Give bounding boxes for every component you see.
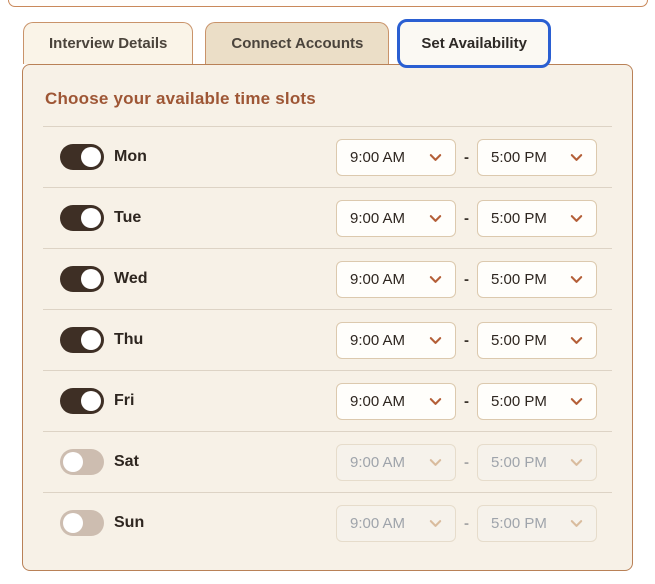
- start-time-select[interactable]: 9:00 AM: [336, 199, 456, 237]
- time-separator: -: [464, 514, 469, 532]
- end-time-select[interactable]: 5:00 PM: [477, 382, 597, 420]
- start-time-select[interactable]: 9:00 AM: [336, 260, 456, 298]
- chevron-down-icon: [428, 272, 443, 287]
- day-row-mon: Mon 9:00 AM - 5:00 PM: [43, 126, 612, 187]
- time-range: 9:00 AM - 5:00 PM: [336, 504, 597, 542]
- time-range: 9:00 AM - 5:00 PM: [336, 199, 597, 237]
- toggle-knob: [63, 513, 83, 533]
- day-row-sat: Sat 9:00 AM - 5:00 PM: [43, 431, 612, 492]
- start-time-value: 9:00 AM: [350, 270, 406, 288]
- time-separator: -: [464, 209, 469, 227]
- chevron-down-icon: [569, 272, 584, 287]
- day-row-tue: Tue 9:00 AM - 5:00 PM: [43, 187, 612, 248]
- time-separator: -: [464, 331, 469, 349]
- end-time-value: 5:00 PM: [491, 148, 547, 166]
- end-time-value: 5:00 PM: [491, 209, 547, 227]
- day-row-thu: Thu 9:00 AM - 5:00 PM: [43, 309, 612, 370]
- chevron-down-icon: [569, 455, 584, 470]
- start-time-value: 9:00 AM: [350, 331, 406, 349]
- day-label: Sat: [114, 453, 139, 470]
- end-time-select[interactable]: 5:00 PM: [477, 504, 597, 542]
- chevron-down-icon: [428, 455, 443, 470]
- start-time-value: 9:00 AM: [350, 392, 406, 410]
- toggle-knob: [81, 391, 101, 411]
- toggle-knob: [63, 452, 83, 472]
- chevron-down-icon: [569, 394, 584, 409]
- tab-set-availability[interactable]: Set Availability: [397, 19, 551, 68]
- start-time-value: 9:00 AM: [350, 453, 406, 471]
- chevron-down-icon: [428, 211, 443, 226]
- start-time-select[interactable]: 9:00 AM: [336, 382, 456, 420]
- end-time-select[interactable]: 5:00 PM: [477, 199, 597, 237]
- start-time-select[interactable]: 9:00 AM: [336, 321, 456, 359]
- toggle-knob: [81, 269, 101, 289]
- day-label: Fri: [114, 392, 135, 409]
- chevron-down-icon: [428, 333, 443, 348]
- day-row-wed: Wed 9:00 AM - 5:00 PM: [43, 248, 612, 309]
- end-time-value: 5:00 PM: [491, 331, 547, 349]
- start-time-value: 9:00 AM: [350, 514, 406, 532]
- time-separator: -: [464, 392, 469, 410]
- previous-section-bottom: [8, 0, 648, 7]
- end-time-value: 5:00 PM: [491, 392, 547, 410]
- time-separator: -: [464, 148, 469, 166]
- time-range: 9:00 AM - 5:00 PM: [336, 443, 597, 481]
- end-time-select[interactable]: 5:00 PM: [477, 321, 597, 359]
- day-toggle[interactable]: [60, 144, 104, 170]
- tab-bar: Interview Details Connect Accounts Set A…: [0, 19, 655, 68]
- start-time-value: 9:00 AM: [350, 209, 406, 227]
- toggle-knob: [81, 147, 101, 167]
- end-time-value: 5:00 PM: [491, 453, 547, 471]
- day-label: Thu: [114, 331, 144, 348]
- chevron-down-icon: [569, 516, 584, 531]
- end-time-value: 5:00 PM: [491, 270, 547, 288]
- start-time-select[interactable]: 9:00 AM: [336, 443, 456, 481]
- toggle-knob: [81, 330, 101, 350]
- time-separator: -: [464, 270, 469, 288]
- day-toggle[interactable]: [60, 205, 104, 231]
- time-range: 9:00 AM - 5:00 PM: [336, 138, 597, 176]
- chevron-down-icon: [569, 150, 584, 165]
- day-row-sun: Sun 9:00 AM - 5:00 PM: [43, 492, 612, 553]
- tab-connect-accounts[interactable]: Connect Accounts: [205, 22, 390, 64]
- day-toggle[interactable]: [60, 388, 104, 414]
- time-range: 9:00 AM - 5:00 PM: [336, 321, 597, 359]
- time-range: 9:00 AM - 5:00 PM: [336, 382, 597, 420]
- day-label: Wed: [114, 270, 148, 287]
- end-time-select[interactable]: 5:00 PM: [477, 260, 597, 298]
- start-time-select[interactable]: 9:00 AM: [336, 138, 456, 176]
- chevron-down-icon: [428, 394, 443, 409]
- time-range: 9:00 AM - 5:00 PM: [336, 260, 597, 298]
- end-time-value: 5:00 PM: [491, 514, 547, 532]
- time-separator: -: [464, 453, 469, 471]
- day-label: Sun: [114, 514, 145, 531]
- toggle-knob: [81, 208, 101, 228]
- day-toggle[interactable]: [60, 510, 104, 536]
- day-toggle[interactable]: [60, 327, 104, 353]
- end-time-select[interactable]: 5:00 PM: [477, 443, 597, 481]
- availability-panel: Choose your available time slots Mon 9:0…: [22, 64, 633, 571]
- day-toggle[interactable]: [60, 449, 104, 475]
- chevron-down-icon: [428, 516, 443, 531]
- start-time-select[interactable]: 9:00 AM: [336, 504, 456, 542]
- end-time-select[interactable]: 5:00 PM: [477, 138, 597, 176]
- chevron-down-icon: [569, 211, 584, 226]
- chevron-down-icon: [569, 333, 584, 348]
- day-row-fri: Fri 9:00 AM - 5:00 PM: [43, 370, 612, 431]
- day-label: Mon: [114, 148, 147, 165]
- day-label: Tue: [114, 209, 142, 226]
- start-time-value: 9:00 AM: [350, 148, 406, 166]
- section-title: Choose your available time slots: [45, 89, 316, 108]
- day-toggle[interactable]: [60, 266, 104, 292]
- chevron-down-icon: [428, 150, 443, 165]
- tab-interview-details[interactable]: Interview Details: [23, 22, 194, 64]
